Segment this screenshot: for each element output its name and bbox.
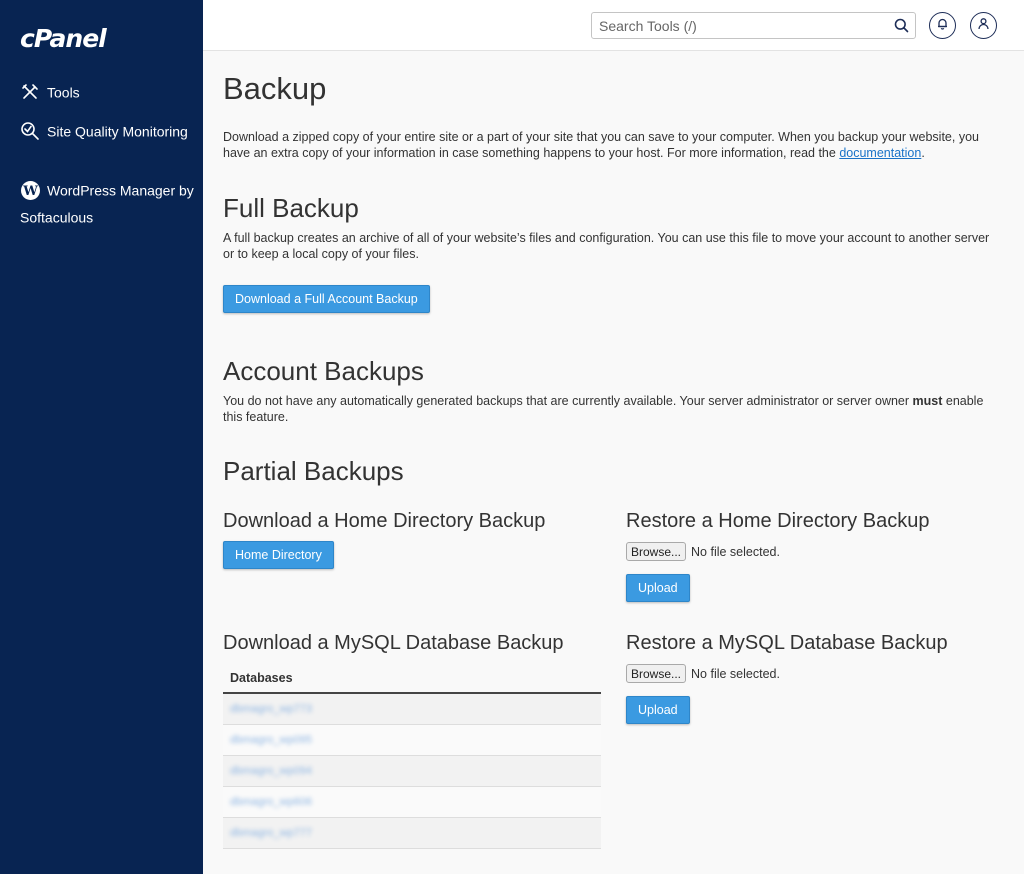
mysql-restore-browse-button[interactable]: Browse... bbox=[626, 664, 687, 683]
account-backups-text: You do not have any automatically genera… bbox=[223, 393, 1003, 425]
intro-text: Download a zipped copy of your entire si… bbox=[223, 129, 1003, 161]
database-download-link[interactable]: dbmagro_wp777 bbox=[230, 827, 312, 839]
sidebar-item-label: WordPress Manager by Softaculous bbox=[20, 182, 194, 226]
home-download-title: Download a Home Directory Backup bbox=[223, 510, 546, 532]
tools-icon bbox=[20, 82, 42, 102]
sidebar-item-wordpress-manager[interactable]: W WordPress Manager by Softaculous bbox=[20, 176, 195, 231]
svg-text:W: W bbox=[22, 184, 38, 199]
bell-icon bbox=[936, 17, 949, 35]
full-backup-title: Full Backup bbox=[223, 193, 359, 223]
account-backups-text-start: You do not have any automatically genera… bbox=[223, 394, 913, 408]
sidebar: cPanel Tools Site Quality Monitoring W W… bbox=[0, 0, 203, 874]
database-download-link[interactable]: dbmagro_wp095 bbox=[230, 734, 312, 746]
home-directory-button[interactable]: Home Directory bbox=[223, 541, 334, 569]
page-title: Backup bbox=[223, 71, 327, 106]
mysql-restore-file-input: Browse... No file selected. bbox=[626, 664, 780, 683]
sidebar-item-site-quality[interactable]: Site Quality Monitoring bbox=[20, 117, 195, 144]
sidebar-item-tools[interactable]: Tools bbox=[20, 78, 195, 105]
home-restore-browse-button[interactable]: Browse... bbox=[626, 542, 687, 561]
cpanel-logo[interactable]: cPanel bbox=[20, 24, 107, 53]
table-row: dbmagro_wp773 bbox=[223, 694, 601, 725]
search-icon[interactable] bbox=[894, 18, 909, 33]
download-full-backup-button[interactable]: Download a Full Account Backup bbox=[223, 285, 430, 313]
search-quality-icon bbox=[20, 121, 42, 141]
top-bar bbox=[203, 0, 1024, 51]
mysql-download-title: Download a MySQL Database Backup bbox=[223, 632, 564, 654]
table-row: dbmagro_wp606 bbox=[223, 787, 601, 818]
table-row: dbmagro_wp095 bbox=[223, 725, 601, 756]
partial-backups-title: Partial Backups bbox=[223, 456, 404, 486]
home-restore-file-input: Browse... No file selected. bbox=[626, 542, 780, 561]
account-backups-title: Account Backups bbox=[223, 356, 424, 386]
documentation-link[interactable]: documentation bbox=[839, 146, 921, 160]
mysql-restore-upload-button[interactable]: Upload bbox=[626, 696, 690, 724]
database-download-link[interactable]: dbmagro_wp773 bbox=[230, 703, 312, 715]
table-row: dbmagro_wp777 bbox=[223, 818, 601, 849]
notifications-button[interactable] bbox=[929, 12, 956, 39]
sidebar-item-label: Site Quality Monitoring bbox=[47, 123, 188, 140]
home-restore-file-status: No file selected. bbox=[691, 544, 780, 559]
table-row: dbmagro_wp094 bbox=[223, 756, 601, 787]
databases-table: Databases dbmagro_wp773 dbmagro_wp095 db… bbox=[223, 663, 601, 849]
search-input[interactable] bbox=[592, 13, 882, 38]
user-icon bbox=[977, 17, 990, 35]
database-download-link[interactable]: dbmagro_wp094 bbox=[230, 765, 312, 777]
home-restore-upload-button[interactable]: Upload bbox=[626, 574, 690, 602]
databases-column-header: Databases bbox=[223, 663, 601, 694]
user-menu-button[interactable] bbox=[970, 12, 997, 39]
intro-text-end: . bbox=[921, 146, 925, 160]
account-backups-text-bold: must bbox=[912, 394, 943, 408]
search-box bbox=[591, 12, 916, 39]
full-backup-text: A full backup creates an archive of all … bbox=[223, 231, 990, 261]
mysql-restore-file-status: No file selected. bbox=[691, 666, 780, 681]
home-restore-title: Restore a Home Directory Backup bbox=[626, 510, 930, 532]
wordpress-icon: W bbox=[20, 180, 42, 201]
database-download-link[interactable]: dbmagro_wp606 bbox=[230, 796, 312, 808]
sidebar-item-label: Tools bbox=[47, 84, 80, 101]
mysql-restore-title: Restore a MySQL Database Backup bbox=[626, 632, 948, 654]
